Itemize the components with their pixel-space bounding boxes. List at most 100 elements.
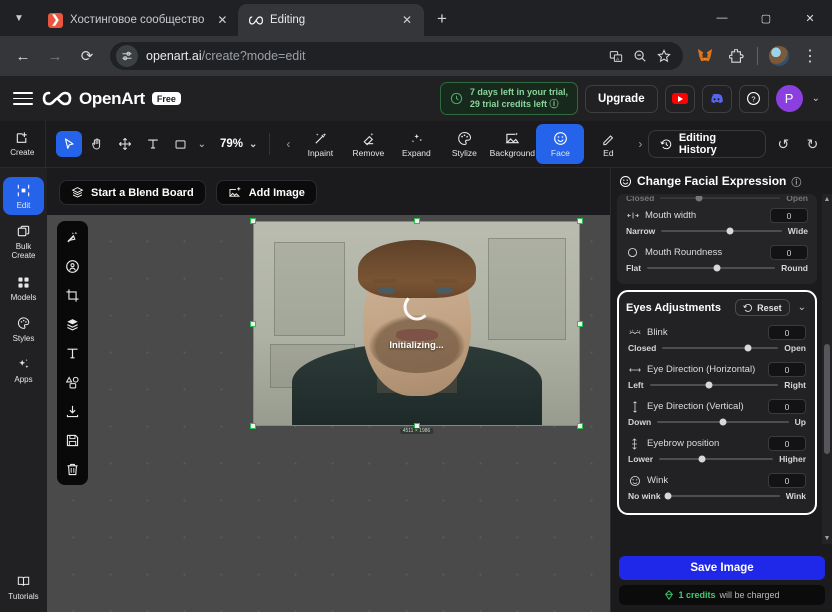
window-close-button[interactable]: ✕ xyxy=(788,0,832,36)
eye-direction-vertical-value[interactable]: 0 xyxy=(768,399,806,414)
translate-icon[interactable]: A xyxy=(609,50,623,63)
resize-handle-tc[interactable] xyxy=(413,218,420,224)
effects-next-arrow[interactable]: › xyxy=(632,137,648,151)
eyes-reset-button[interactable]: Reset xyxy=(735,299,790,316)
face-target-icon[interactable] xyxy=(63,256,83,276)
metamask-icon[interactable] xyxy=(691,42,719,70)
canvas-board[interactable]: Initializing... 4511 × 1986 xyxy=(47,215,610,612)
sidebar-item-bulk-create[interactable]: Bulk Create xyxy=(3,218,44,265)
eye-direction-horizontal-slider[interactable]: Left Right xyxy=(626,379,808,395)
crop-icon[interactable] xyxy=(63,285,83,305)
browser-tab-1-close[interactable]: ✕ xyxy=(215,11,230,29)
browser-tab-2[interactable]: Editing ✕ xyxy=(238,4,424,36)
mouth-width-value[interactable]: 0 xyxy=(770,208,808,223)
scroll-up-arrow[interactable]: ▲ xyxy=(824,194,831,205)
delete-icon[interactable] xyxy=(63,459,83,479)
tab-search-button[interactable]: ▼ xyxy=(0,0,38,36)
trial-status-badge[interactable]: 7 days left in your trial, 29 trial cred… xyxy=(439,81,578,116)
eye-direction-vertical-track[interactable] xyxy=(657,418,789,426)
blink-slider[interactable]: Closed Open xyxy=(626,342,808,358)
eyebrow-position-value[interactable]: 0 xyxy=(768,436,806,451)
reload-button[interactable]: ⟳ xyxy=(72,41,102,71)
zoom-out-icon[interactable] xyxy=(633,49,647,63)
effect-background[interactable]: Background xyxy=(488,124,536,164)
address-bar[interactable]: openart.ai/create?mode=edit A xyxy=(110,42,683,70)
redo-button[interactable]: ↻ xyxy=(801,132,824,156)
window-maximize-button[interactable]: ▢ xyxy=(744,0,788,36)
sidebar-item-apps[interactable]: Apps xyxy=(3,351,44,389)
zoom-chevron-down-icon[interactable]: ⌄ xyxy=(247,139,259,150)
window-minimize-button[interactable]: — xyxy=(700,0,744,36)
shape-chevron-down-icon[interactable]: ⌄ xyxy=(196,139,208,150)
eye-direction-horizontal-value[interactable]: 0 xyxy=(768,362,806,377)
undo-button[interactable]: ↺ xyxy=(772,132,795,156)
eye-direction-vertical-slider[interactable]: Down Up xyxy=(626,416,808,432)
resize-handle-ml[interactable] xyxy=(250,320,256,327)
cut-row-track[interactable] xyxy=(660,196,781,201)
sidebar-item-models[interactable]: Models xyxy=(3,269,44,307)
resize-handle-bl[interactable] xyxy=(250,423,256,429)
forward-button[interactable]: → xyxy=(40,41,70,71)
magic-wand-icon[interactable] xyxy=(63,227,83,247)
select-tool[interactable] xyxy=(55,131,82,157)
panel-scrollbar[interactable]: ▲ ▼ xyxy=(822,194,832,544)
hand-tool[interactable] xyxy=(84,131,110,157)
help-icon[interactable]: ? xyxy=(738,84,769,113)
editing-history-button[interactable]: Editing History xyxy=(648,130,766,158)
discord-icon[interactable] xyxy=(701,84,732,113)
site-settings-icon[interactable] xyxy=(116,45,138,67)
eyebrow-position-track[interactable] xyxy=(659,455,774,463)
browser-tab-1[interactable]: ❯ Хостинговое сообщество «Tim ✕ xyxy=(38,4,238,36)
effect-expand[interactable]: Expand xyxy=(392,124,440,164)
scroll-down-arrow[interactable]: ▼ xyxy=(824,533,831,544)
effect-remove[interactable]: Remove xyxy=(344,124,392,164)
extensions-puzzle-icon[interactable] xyxy=(722,42,750,70)
save-icon[interactable] xyxy=(63,430,83,450)
move-tool[interactable] xyxy=(112,131,138,157)
text-tool[interactable] xyxy=(140,131,166,157)
back-button[interactable]: ← xyxy=(8,41,38,71)
toolbar-create-button[interactable]: Create xyxy=(0,120,46,168)
resize-handle-mr[interactable] xyxy=(577,320,583,327)
effect-stylize[interactable]: Stylize xyxy=(440,124,488,164)
eyes-collapse-chevron-down-icon[interactable]: ⌄ xyxy=(796,302,808,313)
info-icon[interactable]: ⓘ xyxy=(791,174,801,189)
layers-icon[interactable] xyxy=(63,314,83,334)
wink-track[interactable] xyxy=(664,492,780,500)
three-dot-menu-icon[interactable]: ⋮ xyxy=(796,42,824,70)
sidebar-item-styles[interactable]: Styles xyxy=(3,310,44,348)
wink-slider[interactable]: No wink Wink xyxy=(626,490,808,506)
shape-tool[interactable] xyxy=(168,131,194,157)
resize-handle-tl[interactable] xyxy=(250,218,256,224)
bookmark-star-icon[interactable] xyxy=(657,49,671,63)
profile-avatar[interactable] xyxy=(765,42,793,70)
mouth-roundness-track[interactable] xyxy=(647,264,776,272)
mouth-width-track[interactable] xyxy=(661,227,782,235)
download-icon[interactable] xyxy=(63,401,83,421)
zoom-control[interactable]: 79% ⌄ xyxy=(220,138,259,150)
effect-inpaint[interactable]: Inpaint xyxy=(296,124,344,164)
hamburger-menu-icon[interactable] xyxy=(10,86,36,112)
mouth-roundness-value[interactable]: 0 xyxy=(770,245,808,260)
youtube-icon[interactable] xyxy=(664,84,695,113)
blink-track[interactable] xyxy=(662,344,779,352)
resize-handle-tr[interactable] xyxy=(577,218,583,224)
eye-direction-horizontal-track[interactable] xyxy=(649,381,779,389)
new-tab-button[interactable]: + xyxy=(428,5,456,33)
shapes-icon[interactable] xyxy=(63,372,83,392)
selected-image-frame[interactable]: Initializing... 4511 × 1986 xyxy=(250,218,583,434)
blink-value[interactable]: 0 xyxy=(768,325,806,340)
start-blend-board-button[interactable]: Start a Blend Board xyxy=(59,180,206,205)
eyebrow-position-slider[interactable]: Lower Higher xyxy=(626,453,808,469)
text-icon[interactable] xyxy=(63,343,83,363)
brand[interactable]: OpenArt Free xyxy=(42,89,181,109)
info-icon[interactable]: ⓘ xyxy=(549,99,558,109)
effect-ed[interactable]: Ed xyxy=(584,124,632,164)
mouth-width-slider[interactable]: Narrow Wide xyxy=(624,225,810,241)
save-image-button[interactable]: Save Image xyxy=(619,556,825,580)
browser-tab-2-close[interactable]: ✕ xyxy=(398,11,416,29)
user-avatar[interactable]: P xyxy=(775,85,803,112)
scrollbar-thumb[interactable] xyxy=(824,344,830,454)
resize-handle-br[interactable] xyxy=(577,423,583,429)
wink-value[interactable]: 0 xyxy=(768,473,806,488)
